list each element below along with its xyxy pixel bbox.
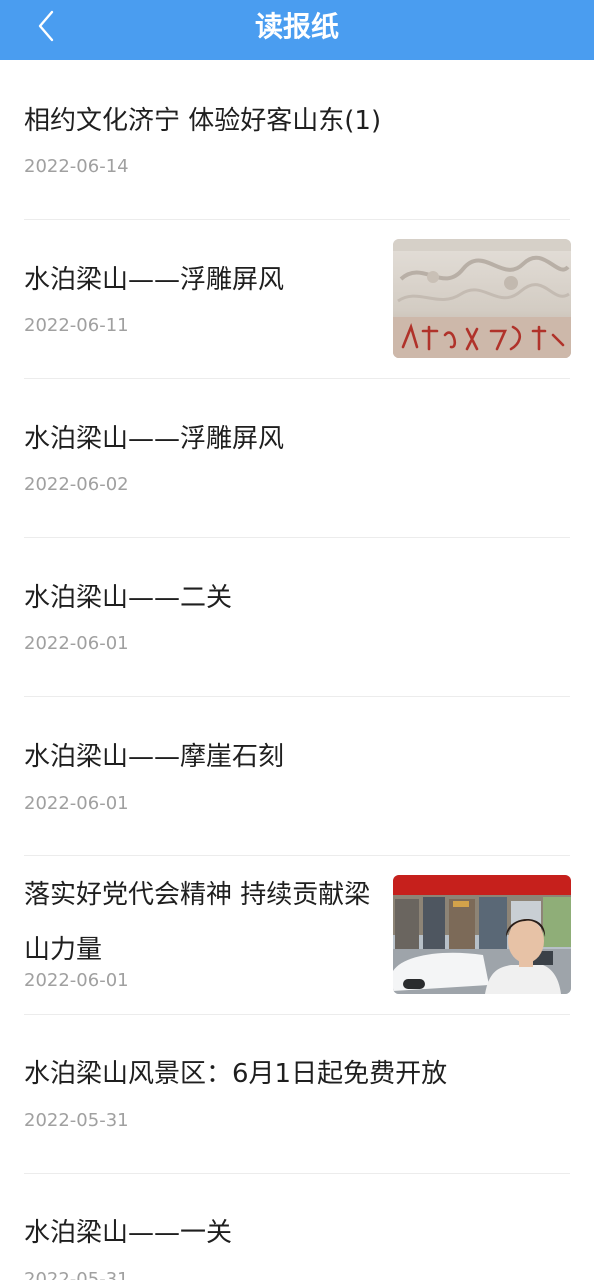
article-item[interactable]: 水泊梁山——浮雕屏风 2022-06-11 — [0, 220, 594, 378]
article-thumbnail — [393, 875, 571, 994]
article-date: 2022-06-02 — [24, 474, 129, 495]
article-item[interactable]: 水泊梁山——浮雕屏风 2022-06-02 — [0, 379, 594, 537]
article-title: 水泊梁山——一关 — [24, 1218, 233, 1248]
article-item[interactable]: 水泊梁山——摩崖石刻 2022-06-01 — [0, 697, 594, 855]
article-date: 2022-06-01 — [24, 633, 129, 654]
article-title: 相约文化济宁 体验好客山东(1) — [24, 106, 382, 136]
article-date: 2022-06-01 — [24, 793, 129, 814]
article-item[interactable]: 水泊梁山——一关 2022-05-31 — [0, 1174, 594, 1280]
article-item[interactable]: 相约文化济宁 体验好客山东(1) 2022-06-14 — [0, 60, 594, 219]
article-date: 2022-06-14 — [24, 156, 129, 177]
article-item[interactable]: 水泊梁山风景区：6月1日起免费开放 2022-05-31 — [0, 1015, 594, 1173]
article-title: 水泊梁山——浮雕屏风 — [24, 265, 285, 295]
page-title: 读报纸 — [254, 10, 339, 43]
article-date: 2022-06-01 — [24, 970, 129, 991]
article-thumbnail — [393, 239, 571, 358]
article-date: 2022-06-11 — [24, 315, 129, 336]
article-title: 水泊梁山——浮雕屏风 — [24, 424, 285, 454]
article-date: 2022-05-31 — [24, 1269, 129, 1280]
article-title: 落实好党代会精神 持续贡献梁山力量 — [24, 880, 371, 965]
article-item[interactable]: 水泊梁山——二关 2022-06-01 — [0, 538, 594, 696]
article-date: 2022-05-31 — [24, 1110, 129, 1131]
top-bar: 读报纸 — [0, 0, 594, 60]
article-item[interactable]: 落实好党代会精神 持续贡献梁山力量 2022-06-01 — [0, 856, 594, 1014]
article-title: 水泊梁山——摩崖石刻 — [24, 742, 285, 772]
article-title: 水泊梁山风景区：6月1日起免费开放 — [24, 1059, 448, 1089]
article-title: 水泊梁山——二关 — [24, 583, 233, 613]
